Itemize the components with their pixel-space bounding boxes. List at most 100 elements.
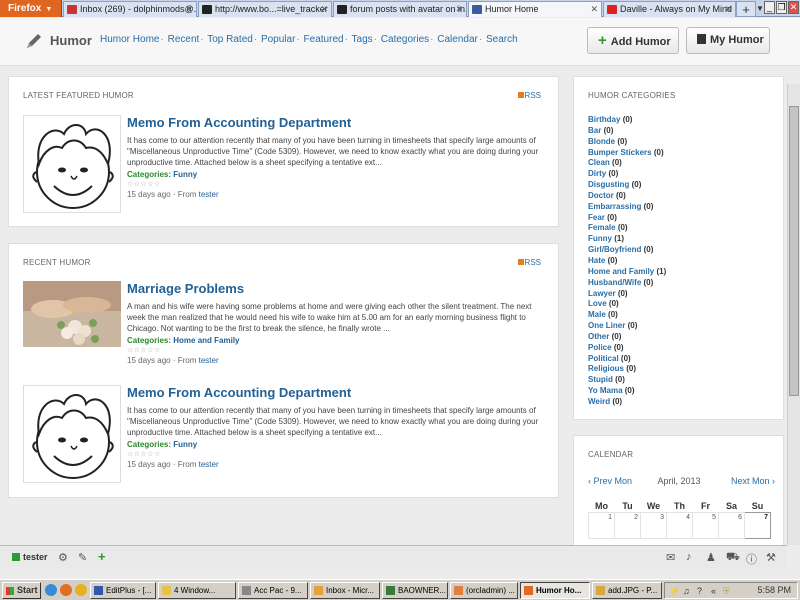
tab-inbox[interactable]: Inbox (269) - dolphinmods@... ✕ xyxy=(63,1,197,17)
edit-icon[interactable]: ✎ xyxy=(78,551,87,564)
tab-forum-posts[interactable]: forum posts with avatar on in... ✕ xyxy=(333,1,467,17)
category-link[interactable]: Yo Mama xyxy=(588,386,623,395)
arrow-icon[interactable]: « xyxy=(711,586,716,596)
calendar-day[interactable]: 6 xyxy=(718,511,745,539)
restore-icon[interactable]: ❐ xyxy=(776,1,787,14)
category-link[interactable]: Weird xyxy=(588,397,610,406)
start-button[interactable]: Start xyxy=(2,582,41,599)
task-windows[interactable]: 4 Window... xyxy=(158,582,236,599)
shield-icon[interactable]: ⛨ xyxy=(723,586,730,597)
calendar-day[interactable]: 2 xyxy=(614,511,641,539)
minimize-icon[interactable]: _ xyxy=(764,1,775,14)
category-link[interactable]: Funny xyxy=(588,234,612,243)
author-link[interactable]: tester xyxy=(199,190,219,199)
entry-thumbnail[interactable] xyxy=(23,281,121,347)
close-tab-icon[interactable]: ✕ xyxy=(320,2,328,17)
gear-icon[interactable]: ⚙ xyxy=(58,551,68,564)
rss-link[interactable]: RSS xyxy=(517,91,541,100)
calendar-prev-month[interactable]: ‹ Prev Mon xyxy=(588,476,632,486)
cart-icon[interactable]: ⛟ xyxy=(726,551,740,565)
category-link[interactable]: Stupid xyxy=(588,375,613,384)
my-humor-button[interactable]: My Humor xyxy=(686,27,770,54)
rating-stars[interactable]: ☆☆☆☆☆ xyxy=(127,346,543,354)
entry-title-link[interactable]: Memo From Accounting Department xyxy=(127,115,543,130)
close-tab-icon[interactable]: ✕ xyxy=(185,2,193,17)
toolbar-user[interactable]: tester xyxy=(12,552,48,562)
network-icon[interactable]: ⚡ xyxy=(669,586,680,597)
category-link[interactable]: Clean xyxy=(588,158,610,167)
nav-tags[interactable]: Tags xyxy=(352,34,373,45)
firefox-icon[interactable] xyxy=(60,584,72,596)
category-link[interactable]: Hate xyxy=(588,256,605,265)
twitter-icon[interactable]: ♪ xyxy=(686,551,692,563)
category-link[interactable]: Embarrassing xyxy=(588,202,641,211)
category-link[interactable]: Political xyxy=(588,354,619,363)
close-window-icon[interactable]: ✕ xyxy=(788,1,799,14)
category-link[interactable]: Funny xyxy=(173,170,197,179)
nav-humor-home[interactable]: Humor Home xyxy=(100,34,159,45)
task-add-jpg[interactable]: add.JPG - P... xyxy=(592,582,662,599)
scrollbar-thumb[interactable] xyxy=(789,106,799,396)
calendar-day[interactable]: 5 xyxy=(692,511,719,539)
category-link[interactable]: Lawyer xyxy=(588,289,616,298)
outlook-icon[interactable] xyxy=(75,584,87,596)
category-link[interactable]: One Liner xyxy=(588,321,625,330)
calendar-day[interactable]: 1 xyxy=(588,511,615,539)
rating-stars[interactable]: ☆☆☆☆☆ xyxy=(127,450,543,458)
category-link[interactable]: Blonde xyxy=(588,137,615,146)
calendar-day[interactable]: 4 xyxy=(666,511,693,539)
tab-live-tracker[interactable]: http://www.bo...=live_tracker ✕ xyxy=(198,1,332,17)
speaker-icon[interactable]: ♫ xyxy=(683,586,690,596)
entry-thumbnail[interactable] xyxy=(23,115,121,213)
category-link[interactable]: Bar xyxy=(588,126,601,135)
task-editplus[interactable]: EditPlus - [... xyxy=(90,582,156,599)
page-scrollbar[interactable] xyxy=(787,84,800,545)
category-link[interactable]: Male xyxy=(588,310,606,319)
category-link[interactable]: Dirty xyxy=(588,169,606,178)
ie-icon[interactable] xyxy=(45,584,57,596)
category-link[interactable]: Other xyxy=(588,332,609,341)
category-link[interactable]: Home and Family xyxy=(588,267,654,276)
category-link[interactable]: Religious xyxy=(588,364,624,373)
category-link[interactable]: Bumper Stickers xyxy=(588,148,652,157)
entry-thumbnail[interactable] xyxy=(23,385,121,483)
nav-search[interactable]: Search xyxy=(486,34,518,45)
help-icon[interactable]: ? xyxy=(697,586,702,596)
info-icon[interactable]: ⓘ xyxy=(746,551,757,567)
nav-calendar[interactable]: Calendar xyxy=(437,34,478,45)
category-link[interactable]: Funny xyxy=(173,440,197,449)
entry-title-link[interactable]: Memo From Accounting Department xyxy=(127,385,543,400)
task-accpac[interactable]: Acc Pac - 9... xyxy=(238,582,308,599)
task-baowner[interactable]: BAOWNER... xyxy=(382,582,448,599)
entry-title-link[interactable]: Marriage Problems xyxy=(127,281,543,296)
add-humor-button[interactable]: + Add Humor xyxy=(587,27,679,54)
category-link[interactable]: Home and Family xyxy=(173,336,239,345)
system-clock[interactable]: 5:58 PM xyxy=(757,585,791,595)
tab-humor-home[interactable]: Humor Home ✕ xyxy=(468,1,602,17)
nav-top-rated[interactable]: Top Rated xyxy=(207,34,253,45)
calendar-day[interactable]: 3 xyxy=(640,511,667,539)
category-link[interactable]: Love xyxy=(588,299,607,308)
task-inbox[interactable]: Inbox - Micr... xyxy=(310,582,380,599)
category-link[interactable]: Female xyxy=(588,223,616,232)
user-icon[interactable]: ♟ xyxy=(706,551,716,564)
close-tab-icon[interactable]: ✕ xyxy=(724,2,732,17)
new-tab-button[interactable]: + xyxy=(736,1,756,17)
close-tab-icon[interactable]: ✕ xyxy=(455,2,463,17)
author-link[interactable]: tester xyxy=(199,460,219,469)
calendar-next-month[interactable]: Next Mon › xyxy=(731,476,775,486)
tab-youtube[interactable]: Daville - Always on My Mind -... ✕ xyxy=(603,1,736,17)
firefox-menu-button[interactable]: Firefox ▼ xyxy=(0,0,62,17)
nav-categories[interactable]: Categories xyxy=(381,34,429,45)
add-icon[interactable]: + xyxy=(98,549,106,564)
category-link[interactable]: Birthday xyxy=(588,115,620,124)
close-tab-icon[interactable]: ✕ xyxy=(590,2,598,17)
nav-featured[interactable]: Featured xyxy=(304,34,344,45)
category-link[interactable]: Girl/Boyfriend xyxy=(588,245,641,254)
wrench-icon[interactable]: ⚒ xyxy=(766,551,776,564)
rating-stars[interactable]: ☆☆☆☆☆ xyxy=(127,180,543,188)
nav-popular[interactable]: Popular xyxy=(261,34,295,45)
author-link[interactable]: tester xyxy=(199,356,219,365)
task-humor-home[interactable]: Humor Ho... xyxy=(520,582,590,599)
category-link[interactable]: Fear xyxy=(588,213,605,222)
